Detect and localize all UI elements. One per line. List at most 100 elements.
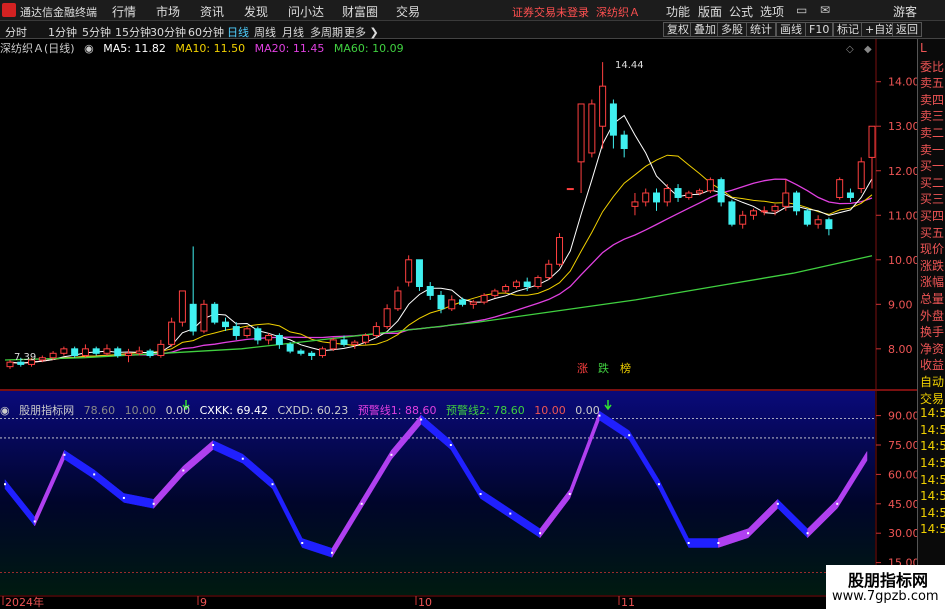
signal-label-0: 涨 (577, 362, 588, 375)
side-item-8[interactable]: 买二 (920, 174, 944, 191)
side-item-3[interactable]: 卖四 (920, 91, 944, 108)
candle-body (211, 303, 219, 323)
side-item-20[interactable]: 自动 (920, 373, 944, 390)
side-item-9[interactable]: 买三 (920, 190, 944, 207)
cxkk-point (330, 551, 333, 554)
candle-body (717, 179, 725, 203)
side-item-12[interactable]: 现价 (920, 240, 944, 257)
cxkk-ribbon-segment (153, 465, 184, 509)
side-item-27[interactable]: 14:56 (920, 489, 945, 503)
cxkk-ribbon-segment (242, 453, 273, 490)
candle-body (642, 192, 650, 203)
candle-body (81, 348, 89, 357)
warn1-value: 预警线1: 88.60 (357, 404, 437, 417)
cxkk-ribbon-segment (331, 498, 362, 559)
cxkk-ribbon-segment (807, 498, 838, 539)
candle-body (857, 161, 865, 190)
ma5-value: MA5: 11.82 (103, 42, 166, 55)
candle-body (265, 334, 273, 341)
ind-label-1: 75.00 (888, 439, 920, 452)
cxkk-ribbon-segment (183, 439, 214, 476)
ind-label-4: 30.00 (888, 527, 920, 540)
side-item-22[interactable]: 14:56 (920, 406, 945, 420)
cxkk-point (479, 493, 482, 495)
side-item-4[interactable]: 卖三 (920, 107, 944, 124)
side-item-5[interactable]: 卖二 (920, 124, 944, 141)
side-item-26[interactable]: 14:56 (920, 473, 945, 487)
candle-body (383, 308, 391, 328)
low-price-label: 7.39 (14, 352, 36, 363)
candle-body (200, 303, 208, 332)
candle-body (157, 343, 165, 357)
ind-v5: 0.00 (575, 404, 600, 417)
cxkk-point (539, 532, 542, 535)
candle-body (771, 205, 779, 212)
side-item-6[interactable]: 卖一 (920, 141, 944, 158)
cxkk-point (747, 532, 750, 535)
candle-body (49, 352, 57, 359)
side-item-28[interactable]: 14:56 (920, 506, 945, 520)
side-item-15[interactable]: 总量 (920, 290, 944, 307)
chart-svg[interactable]: 14.00 13.00 12.00 11.00 10.00 9.00 8.00 14.44 7.… (0, 0, 945, 609)
chart-settings-icon[interactable]: ◉ (84, 42, 94, 55)
candle-body (168, 321, 176, 345)
side-item-23[interactable]: 14:56 (920, 423, 945, 437)
candle-body (426, 286, 434, 296)
cxkk-point (390, 453, 393, 456)
side-item-19[interactable]: 收益 (920, 356, 944, 373)
cxkk-point (628, 434, 631, 437)
candle-body (125, 352, 133, 357)
side-item-21[interactable]: 交易 (920, 390, 944, 407)
candle-body (566, 188, 574, 191)
candle-body (297, 350, 305, 354)
candle-body (836, 179, 844, 198)
price-label-4: 10.00 (888, 254, 920, 267)
ind-v1: 78.60 (83, 404, 116, 417)
cxkk-point (63, 453, 66, 456)
side-item-13[interactable]: 涨跌 (920, 257, 944, 274)
candle-body (491, 290, 499, 296)
ma20-line (9, 178, 873, 364)
side-item-14[interactable]: 涨幅 (920, 273, 944, 290)
cxkk-ribbon-segment (391, 414, 422, 460)
warn2-value: 预警线2: 78.60 (446, 404, 525, 417)
cxkk-point (449, 444, 452, 446)
cxkk-value: CXKK: 69.42 (199, 404, 268, 417)
signal-label-1: 跌 (598, 361, 609, 375)
candle-body (222, 321, 229, 328)
side-item-18[interactable]: 净资 (920, 340, 944, 357)
side-item-10[interactable]: 买四 (920, 207, 944, 224)
side-item-7[interactable]: 买一 (920, 157, 944, 174)
candle-body (696, 190, 704, 194)
chart-diamond-icon: ◇ (846, 44, 854, 55)
side-item-0[interactable]: L (920, 41, 927, 55)
candle-body (38, 357, 46, 361)
cxkk-ribbon-segment (747, 498, 779, 539)
cxkk-point (806, 532, 809, 535)
ind-label-0: 90.00 (888, 410, 920, 423)
buy-arrow-icon-1 (604, 400, 612, 411)
date-label-2: 10 (418, 596, 432, 609)
side-item-29[interactable]: 14:56 (920, 522, 945, 536)
candle-body (405, 259, 413, 283)
cxkk-point (509, 512, 512, 515)
candle-body (135, 350, 143, 354)
candle-body (329, 339, 337, 350)
side-item-24[interactable]: 14:56 (920, 439, 945, 453)
chart-header: 深纺织Ａ(日线) ◉ MA5: 11.82 MA10: 11.50 MA20: … (0, 40, 410, 56)
candle-body (114, 348, 122, 357)
side-item-25[interactable]: 14:56 (920, 456, 945, 470)
candle-body (254, 328, 262, 341)
indicator-settings-icon[interactable]: ◉ (0, 404, 10, 417)
chart-dot-icon: ◆ (864, 44, 872, 55)
side-item-2[interactable]: 卖五 (920, 74, 944, 91)
candle-body (362, 334, 370, 343)
date-label-0: 2024年 (5, 595, 44, 609)
cxkk-ribbon-segment (688, 538, 719, 548)
candle-body (793, 192, 801, 212)
side-item-11[interactable]: 买五 (920, 224, 944, 241)
side-item-1[interactable]: 委比 (920, 58, 944, 75)
side-item-16[interactable]: 外盘 (920, 307, 944, 324)
ind-v4: 10.00 (534, 404, 566, 417)
side-item-17[interactable]: 换手 (920, 323, 944, 340)
